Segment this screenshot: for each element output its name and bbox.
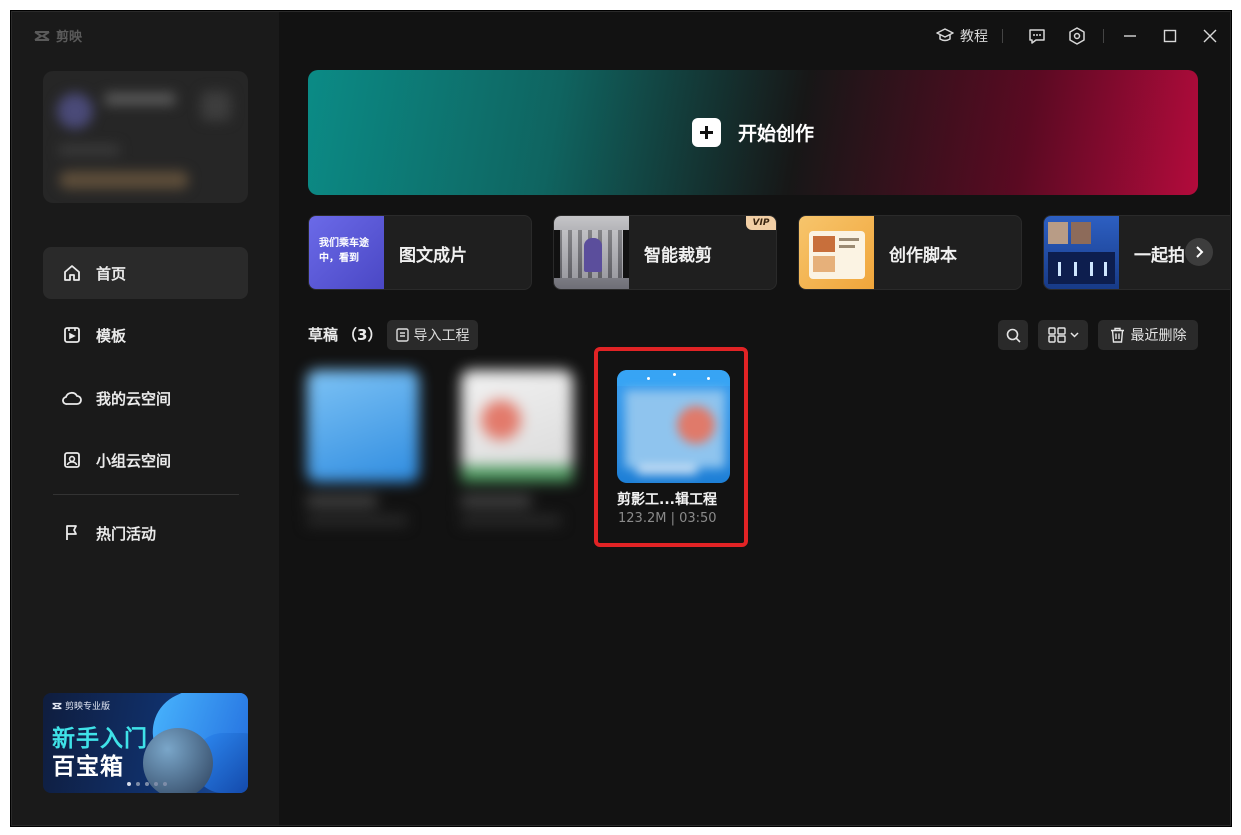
template-icon [61, 324, 83, 346]
draft-thumbnail [307, 370, 419, 482]
sidebar-item-label: 小组云空间 [96, 451, 172, 470]
plus-icon [691, 118, 721, 147]
sidebar-item-label: 热门活动 [96, 524, 157, 543]
capcut-logo-icon [34, 30, 50, 41]
sidebar-divider [53, 494, 239, 495]
draft-card[interactable] [295, 358, 445, 528]
sidebar-item-home[interactable]: 首页 [43, 247, 248, 299]
chevron-right-icon [1196, 246, 1204, 258]
start-creation-button[interactable]: 开始创作 [308, 70, 1198, 195]
banner-pagination[interactable] [127, 782, 167, 786]
app-logo: 剪映 [34, 26, 82, 45]
banner-brand: 剪映专业版 [52, 699, 110, 712]
topbar-separator [1002, 29, 1003, 43]
settings-icon [1069, 27, 1085, 45]
draft-thumbnail [461, 370, 573, 482]
banner-title-line2: 百宝箱 [52, 754, 124, 780]
sidebar-item-label: 我的云空间 [96, 389, 172, 408]
team-cloud-icon [61, 449, 83, 471]
sidebar-item-events[interactable]: 热门活动 [43, 507, 248, 559]
tool-label: 创作脚本 [889, 246, 957, 266]
maximize-button[interactable] [1150, 12, 1190, 60]
app-name: 剪映 [56, 30, 83, 45]
flag-icon [61, 522, 83, 544]
tool-label: 一起拍 [1134, 246, 1185, 266]
sidebar-item-label: 首页 [96, 264, 127, 283]
selection-highlight [594, 347, 748, 547]
tool-thumbnail [799, 216, 874, 289]
capcut-logo-icon [52, 702, 62, 709]
tool-label: 图文成片 [399, 246, 467, 266]
tool-thumbnail [1044, 216, 1119, 289]
tool-text-to-video[interactable]: 我们乘车途中，看到 图文成片 [308, 215, 532, 290]
drafts-count: （3） [342, 326, 383, 344]
beginner-banner[interactable]: 剪映专业版 新手入门 百宝箱 [43, 693, 248, 793]
document-icon [395, 328, 409, 342]
view-mode-button[interactable] [1038, 320, 1088, 350]
graduation-cap-icon [936, 28, 954, 42]
tool-smart-crop[interactable]: 智能裁剪 VIP [553, 215, 777, 290]
recently-deleted-button[interactable]: 最近删除 [1098, 320, 1198, 350]
grid-view-icon [1047, 327, 1066, 343]
topbar-separator [1103, 29, 1104, 43]
tool-thumbnail: 我们乘车途中，看到 [309, 216, 384, 289]
app-window: 剪映 首页 模板 我的云空间 小组云空间 热门活动 剪映专业版 新手入门 百宝箱… [11, 11, 1231, 826]
message-icon [1029, 28, 1045, 44]
sidebar: 剪映 首页 模板 我的云空间 小组云空间 热门活动 剪映专业版 新手入门 百宝箱 [12, 12, 279, 825]
cloud-icon [61, 387, 83, 409]
minimize-button[interactable] [1110, 12, 1150, 60]
tools-next-button[interactable] [1185, 238, 1213, 266]
sidebar-item-label: 模板 [96, 326, 127, 345]
search-icon [1006, 328, 1021, 343]
search-button[interactable] [998, 320, 1028, 350]
draft-card[interactable] [449, 358, 599, 528]
tool-label: 智能裁剪 [644, 246, 712, 266]
drafts-title: 草稿 [308, 326, 339, 344]
vip-badge: VIP [746, 216, 776, 230]
import-project-button[interactable]: 导入工程 [387, 320, 478, 350]
start-creation-label: 开始创作 [737, 123, 814, 145]
close-button[interactable] [1190, 12, 1230, 60]
tool-thumbnail [554, 216, 629, 289]
avatar [57, 93, 93, 129]
sidebar-item-team-cloud[interactable]: 小组云空间 [43, 434, 248, 486]
maximize-icon [1163, 29, 1177, 43]
feedback-button[interactable] [1017, 12, 1057, 60]
tools-row: 我们乘车途中，看到 图文成片 智能裁剪 VIP 创作脚本 一起拍 [308, 215, 1230, 291]
chevron-down-icon [1069, 332, 1079, 338]
tutorial-label: 教程 [960, 29, 988, 45]
tutorial-button[interactable]: 教程 [936, 12, 988, 60]
settings-button[interactable] [1057, 12, 1097, 60]
home-icon [61, 262, 83, 284]
trash-icon [1110, 327, 1124, 343]
minimize-icon [1124, 35, 1136, 37]
tool-script[interactable]: 创作脚本 [798, 215, 1022, 290]
account-card[interactable] [43, 71, 248, 203]
drafts-header: 草稿 （3） [308, 324, 382, 345]
title-bar: 教程 [936, 12, 1230, 60]
import-project-label: 导入工程 [413, 328, 470, 344]
sidebar-item-my-cloud[interactable]: 我的云空间 [43, 372, 248, 424]
sidebar-item-templates[interactable]: 模板 [43, 309, 248, 361]
recently-deleted-label: 最近删除 [1130, 328, 1187, 344]
close-icon [1203, 29, 1217, 43]
